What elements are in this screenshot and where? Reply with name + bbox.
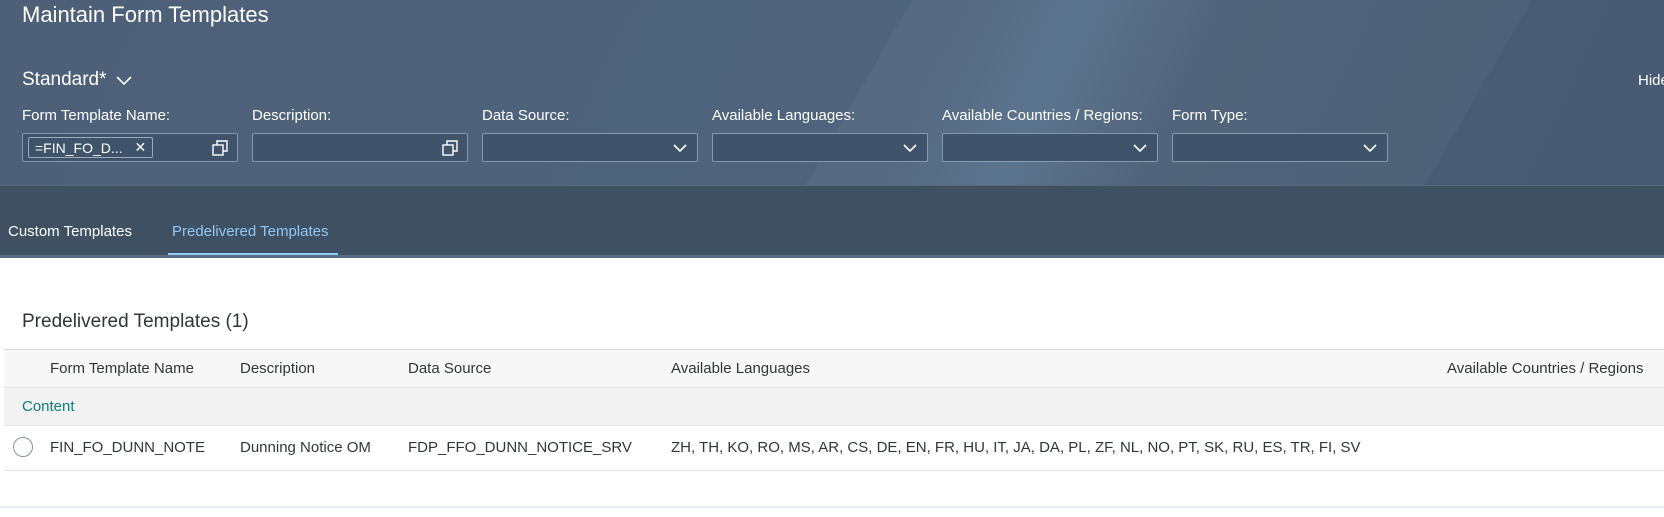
filter-label: Description: bbox=[252, 107, 332, 124]
predelivered-templates-table: Form Template Name Description Data Sour… bbox=[4, 349, 1664, 471]
filter-data-source: Data Source: bbox=[482, 107, 698, 162]
chevron-down-icon[interactable] bbox=[1362, 142, 1378, 154]
filter-label: Form Template Name: bbox=[22, 107, 171, 124]
group-header-row[interactable]: Content bbox=[4, 388, 1664, 426]
table-header-row: Form Template Name Description Data Sour… bbox=[4, 350, 1664, 388]
table-row[interactable]: FIN_FO_DUNN_NOTE Dunning Notice OM FDP_F… bbox=[4, 426, 1664, 471]
token-text: =FIN_FO_D... bbox=[35, 139, 123, 156]
value-help-icon[interactable] bbox=[441, 139, 459, 157]
clear-token-icon[interactable]: ✕ bbox=[135, 139, 147, 156]
filter-description: Description: bbox=[252, 107, 468, 162]
filter-available-languages: Available Languages: bbox=[712, 107, 928, 162]
filter-label: Available Countries / Regions: bbox=[942, 107, 1143, 124]
available-countries-select[interactable] bbox=[942, 133, 1158, 162]
chevron-down-icon bbox=[115, 76, 132, 86]
filter-label: Form Type: bbox=[1172, 107, 1248, 124]
chevron-down-icon[interactable] bbox=[902, 142, 918, 154]
chevron-down-icon[interactable] bbox=[1132, 142, 1148, 154]
hide-filter-bar-button[interactable]: Hide bbox=[1638, 72, 1664, 89]
tab-predelivered-templates[interactable]: Predelivered Templates bbox=[172, 223, 328, 240]
data-source-select[interactable] bbox=[482, 133, 698, 162]
chevron-down-icon[interactable] bbox=[672, 142, 688, 154]
tab-custom-templates[interactable]: Custom Templates bbox=[8, 223, 132, 240]
filter-form-type: Form Type: bbox=[1172, 107, 1388, 162]
variant-label: Standard* bbox=[22, 69, 107, 90]
description-input[interactable] bbox=[252, 133, 468, 162]
tab-bar: Custom Templates Predelivered Templates bbox=[0, 185, 1664, 257]
variant-selector[interactable]: Standard* bbox=[22, 69, 133, 91]
filter-label: Data Source: bbox=[482, 107, 570, 124]
value-help-icon[interactable] bbox=[211, 139, 229, 157]
page-title: Maintain Form Templates bbox=[22, 2, 269, 27]
table-title: Predelivered Templates (1) bbox=[22, 311, 249, 332]
column-header-available-countries[interactable]: Available Countries / Regions bbox=[1447, 360, 1644, 377]
cell-form-template-name: FIN_FO_DUNN_NOTE bbox=[50, 439, 206, 456]
form-template-name-input[interactable]: =FIN_FO_D... ✕ bbox=[22, 133, 238, 162]
radio-button-icon[interactable] bbox=[13, 437, 33, 457]
group-label: Content bbox=[22, 398, 75, 415]
column-header-description[interactable]: Description bbox=[240, 360, 315, 377]
filter-token[interactable]: =FIN_FO_D... ✕ bbox=[28, 137, 154, 158]
column-header-form-template-name[interactable]: Form Template Name bbox=[50, 360, 194, 377]
filter-header: Maintain Form Templates Standard* Hide F… bbox=[0, 0, 1664, 185]
filter-form-template-name: Form Template Name: =FIN_FO_D... ✕ bbox=[22, 107, 238, 162]
cell-data-source: FDP_FFO_DUNN_NOTICE_SRV bbox=[408, 439, 632, 456]
footer-divider bbox=[0, 506, 1664, 508]
tab-bar-divider bbox=[0, 255, 1664, 258]
cell-available-languages: ZH, TH, KO, RO, MS, AR, CS, DE, EN, FR, … bbox=[671, 439, 1361, 456]
column-header-data-source[interactable]: Data Source bbox=[408, 360, 491, 377]
filter-available-countries-regions: Available Countries / Regions: bbox=[942, 107, 1158, 162]
filter-label: Available Languages: bbox=[712, 107, 856, 124]
column-header-available-languages[interactable]: Available Languages bbox=[671, 360, 810, 377]
cell-description: Dunning Notice OM bbox=[240, 439, 371, 456]
available-languages-select[interactable] bbox=[712, 133, 928, 162]
form-type-select[interactable] bbox=[1172, 133, 1388, 162]
